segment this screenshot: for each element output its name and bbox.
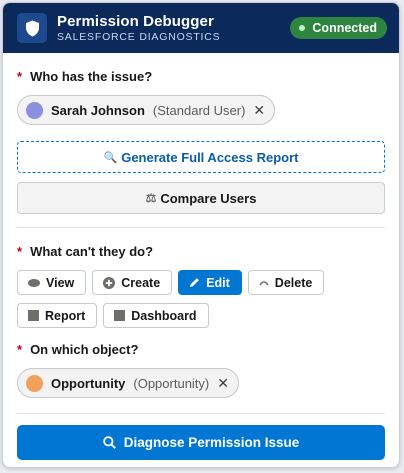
eye-icon [28,278,40,287]
diagnose-label: Diagnose Permission Issue [123,435,300,450]
action-create-label: Create [121,275,161,290]
action-create-button[interactable]: Create [92,270,173,295]
app-subtitle: SALESFORCE DIAGNOSTICS [57,30,221,43]
permission-debugger-panel: Permission Debugger SALESFORCE DIAGNOSTI… [2,2,400,468]
shield-icon [17,13,47,43]
pencil-icon [189,277,200,288]
connection-status-badge: Connected [290,17,387,39]
user-section-label: * Who has the issue? [17,69,385,84]
user-avatar-icon [26,101,43,119]
magnifier-icon: 🔍 [103,151,118,164]
action-dashboard-label: Dashboard [131,308,197,323]
action-report-label: Report [45,308,86,323]
action-view-button[interactable]: View [17,270,87,295]
app-title: Permission Debugger [57,12,214,30]
user-role: (Standard User) [152,102,246,118]
section-divider [17,227,385,228]
action-view-label: View [46,275,75,290]
dashboard-icon [114,310,126,321]
app-header: Permission Debugger SALESFORCE DIAGNOSTI… [3,3,399,53]
action-delete-label: Delete [274,275,313,290]
user-name: Sarah Johnson [51,102,145,118]
user-section-title: Who has the issue? [30,69,153,84]
selected-object-pill[interactable]: Opportunity (Opportunity) ✕ [17,368,239,398]
action-delete-button[interactable]: Delete [247,270,325,295]
diagnose-permission-button[interactable]: Diagnose Permission Issue [17,425,385,460]
action-row-2: Report Dashboard [17,303,385,328]
trash-icon [259,280,269,286]
status-dot-icon [299,25,306,31]
generate-access-report-button[interactable]: 🔍 Generate Full Access Report [17,141,385,173]
object-api-name: (Opportunity) [133,375,210,391]
plus-circle-icon [103,276,116,289]
action-section-title: What can't they do? [30,244,154,259]
generate-report-label: Generate Full Access Report [121,149,299,165]
search-icon [102,436,116,449]
object-name: Opportunity [51,375,126,391]
report-icon [28,310,39,321]
remove-object-close-icon[interactable]: ✕ [217,376,229,390]
form-body: * Who has the issue? Sarah Johnson (Stan… [3,69,399,460]
scales-icon: ⚖ [145,191,157,205]
action-dashboard-button[interactable]: Dashboard [103,303,209,328]
object-type-icon [26,374,43,392]
action-edit-label: Edit [206,275,230,290]
selected-user-pill[interactable]: Sarah Johnson (Standard User) ✕ [17,95,276,125]
required-marker: * [17,342,23,357]
action-edit-button[interactable]: Edit [178,270,242,295]
required-marker: * [17,69,23,84]
compare-users-label: Compare Users [160,190,257,206]
header-titles: Permission Debugger SALESFORCE DIAGNOSTI… [57,14,290,43]
compare-users-button[interactable]: ⚖ Compare Users [17,182,385,214]
status-label: Connected [312,21,377,35]
action-report-button[interactable]: Report [17,303,98,328]
object-section-title: On which object? [30,342,139,357]
action-row-1: View Create Edit Delete [17,270,385,295]
required-marker: * [17,244,23,259]
section-divider [17,413,385,414]
action-section-label: * What can't they do? [17,244,385,259]
object-section-label: * On which object? [17,342,385,357]
remove-user-close-icon[interactable]: ✕ [253,103,265,117]
